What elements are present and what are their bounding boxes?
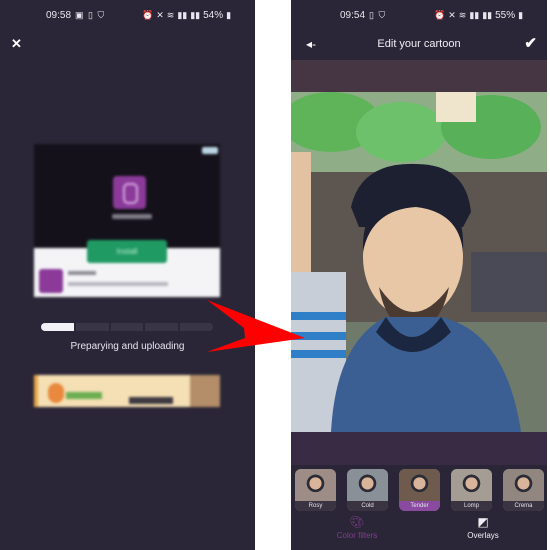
transition-arrow-icon	[207, 300, 305, 352]
left-phone-screen: 09:58 ▣ ▯ ⛉ ⏰ ✕ ≋ ▮▮ ▮▮ 54% ▮ ✕ Install …	[0, 0, 255, 550]
cartoon-photo-illustration	[291, 92, 547, 432]
ad-top-area	[34, 144, 220, 248]
filter-label: Rosy	[295, 501, 336, 511]
filter-thumbnail	[295, 469, 336, 501]
filter-label: Cold	[347, 501, 388, 511]
image-bottom-padding	[291, 432, 547, 465]
ad-app-logo	[113, 176, 146, 209]
alarm-icon: ⏰	[434, 10, 446, 20]
ad-install-button[interactable]: Install	[87, 240, 167, 263]
status-time: 09:58	[46, 10, 72, 21]
battery-percent: 55%	[495, 10, 516, 21]
filter-label: Lomp	[451, 501, 492, 511]
banner-ad[interactable]	[34, 375, 220, 407]
alarm-icon: ⏰	[142, 10, 154, 20]
filter-thumbnail	[451, 469, 492, 501]
status-bar: 09:54 ▯ ⛉ ⏰ ✕ ≋ ▮▮ ▮▮ 55% ▮	[291, 10, 547, 24]
mute-icon: ✕	[156, 10, 164, 20]
progress-segment	[145, 323, 179, 331]
banner-edge	[34, 375, 38, 407]
status-bar: 09:58 ▣ ▯ ⛉ ⏰ ✕ ≋ ▮▮ ▮▮ 54% ▮	[0, 10, 255, 24]
right-phone-screen: 09:54 ▯ ⛉ ⏰ ✕ ≋ ▮▮ ▮▮ 55% ▮ ◂- Edit your…	[291, 0, 547, 550]
tab-overlays[interactable]: ◩ Overlays	[433, 515, 533, 540]
sim-icon: ▯	[369, 10, 375, 20]
status-system-icons: ⏰ ✕ ≋ ▮▮ ▮▮ 55% ▮	[434, 10, 523, 21]
ad-text-line	[68, 282, 168, 286]
color-filter-list: Rosy Cold Tender Lomp Crema	[295, 469, 545, 511]
progress-segment	[41, 323, 74, 331]
volte-signal-icon: ▮▮	[469, 10, 480, 20]
status-time: 09:54	[340, 10, 366, 21]
banner-button	[66, 392, 102, 399]
layers-icon: ◩	[477, 515, 489, 529]
volte-signal-icon: ▮▮	[190, 10, 201, 20]
tab-color-filters[interactable]: 🎨︎ Color filters	[307, 515, 407, 540]
banner-image	[190, 375, 220, 407]
progress-segment	[75, 323, 109, 331]
palette-icon: 🎨︎	[349, 515, 365, 529]
volte-signal-icon: ▮▮	[177, 10, 188, 20]
battery-percent: 54%	[203, 10, 224, 21]
mute-icon: ✕	[448, 10, 456, 20]
page-title: Edit your cartoon	[377, 38, 461, 50]
status-notification-icons: ▯ ⛉	[369, 10, 386, 21]
filter-crema[interactable]: Crema	[503, 469, 544, 511]
filter-label: Crema	[503, 501, 544, 511]
close-button[interactable]: ✕	[11, 36, 22, 52]
ad-card[interactable]: Install	[34, 144, 220, 297]
battery-icon: ▮	[518, 10, 524, 20]
filter-lomp[interactable]: Lomp	[451, 469, 492, 511]
shield-icon: ⛉	[97, 10, 106, 20]
filter-label: Tender	[399, 501, 440, 511]
filter-thumbnail	[347, 469, 388, 501]
banner-cta	[129, 397, 173, 404]
ad-small-logo	[39, 269, 63, 293]
shield-icon: ⛉	[378, 10, 387, 20]
bottom-tab-bar: 🎨︎ Color filters ◩ Overlays	[291, 515, 547, 550]
filter-thumbnail	[399, 469, 440, 501]
wifi-icon: ≋	[458, 10, 467, 20]
upload-progress-bar	[41, 323, 213, 331]
volte-signal-icon: ▮▮	[482, 10, 493, 20]
status-notification-icons: ▣ ▯ ⛉	[75, 10, 105, 21]
progress-segment	[110, 323, 144, 331]
confirm-checkmark-button[interactable]: ✔	[524, 34, 537, 52]
battery-icon: ▮	[226, 10, 232, 20]
ad-badge	[202, 147, 218, 154]
ad-app-name	[112, 214, 152, 219]
filter-tender[interactable]: Tender	[399, 469, 440, 511]
banner-graphic	[48, 383, 64, 403]
tab-label: Overlays	[467, 531, 499, 540]
filter-thumbnail	[503, 469, 544, 501]
ad-text-line	[68, 271, 96, 275]
filter-rosy[interactable]: Rosy	[295, 469, 336, 511]
wifi-icon: ≋	[166, 10, 175, 20]
tab-label: Color filters	[336, 531, 378, 540]
cartoon-photo-preview	[291, 92, 547, 432]
image-icon: ▣	[75, 10, 85, 20]
status-system-icons: ⏰ ✕ ≋ ▮▮ ▮▮ 54% ▮	[142, 10, 231, 21]
sim-icon: ▯	[88, 10, 94, 20]
filter-cold[interactable]: Cold	[347, 469, 388, 511]
image-top-padding	[291, 60, 547, 92]
